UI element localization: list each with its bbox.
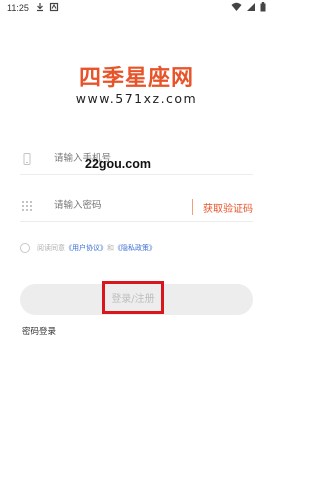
- agreement-row: 阅读同意 《用户协议》 和 《隐私政策》: [20, 241, 156, 255]
- get-code-button[interactable]: 获取验证码: [203, 200, 253, 215]
- brand-url: www.571xz.com: [75, 91, 198, 106]
- notification-icon: [49, 2, 59, 12]
- user-agreement-link[interactable]: 《用户协议》: [65, 243, 107, 253]
- agreement-prefix: 阅读同意: [37, 244, 65, 252]
- wifi-icon: [231, 2, 242, 11]
- password-field-divider: [20, 221, 253, 222]
- status-bar: 11:25: [0, 0, 273, 16]
- download-icon: [37, 3, 43, 12]
- phone-field-divider: [20, 174, 253, 175]
- brand-logo: 四季星座网: [78, 66, 194, 91]
- password-input[interactable]: [52, 199, 178, 212]
- status-time: 11:25: [7, 3, 29, 13]
- watermark-text: 22gou.com: [85, 157, 151, 171]
- phone-icon: [23, 153, 31, 165]
- keypad-icon: [22, 201, 32, 211]
- privacy-policy-link[interactable]: 《隐私政策》: [114, 243, 156, 253]
- login-register-label[interactable]: 登录/注册: [102, 281, 164, 314]
- code-divider: [192, 199, 193, 215]
- password-login-link[interactable]: 密码登录: [22, 325, 56, 337]
- agreement-and: 和: [107, 244, 114, 252]
- agreement-checkbox[interactable]: [20, 243, 30, 253]
- signal-icon: [247, 3, 255, 11]
- battery-icon: [260, 2, 266, 12]
